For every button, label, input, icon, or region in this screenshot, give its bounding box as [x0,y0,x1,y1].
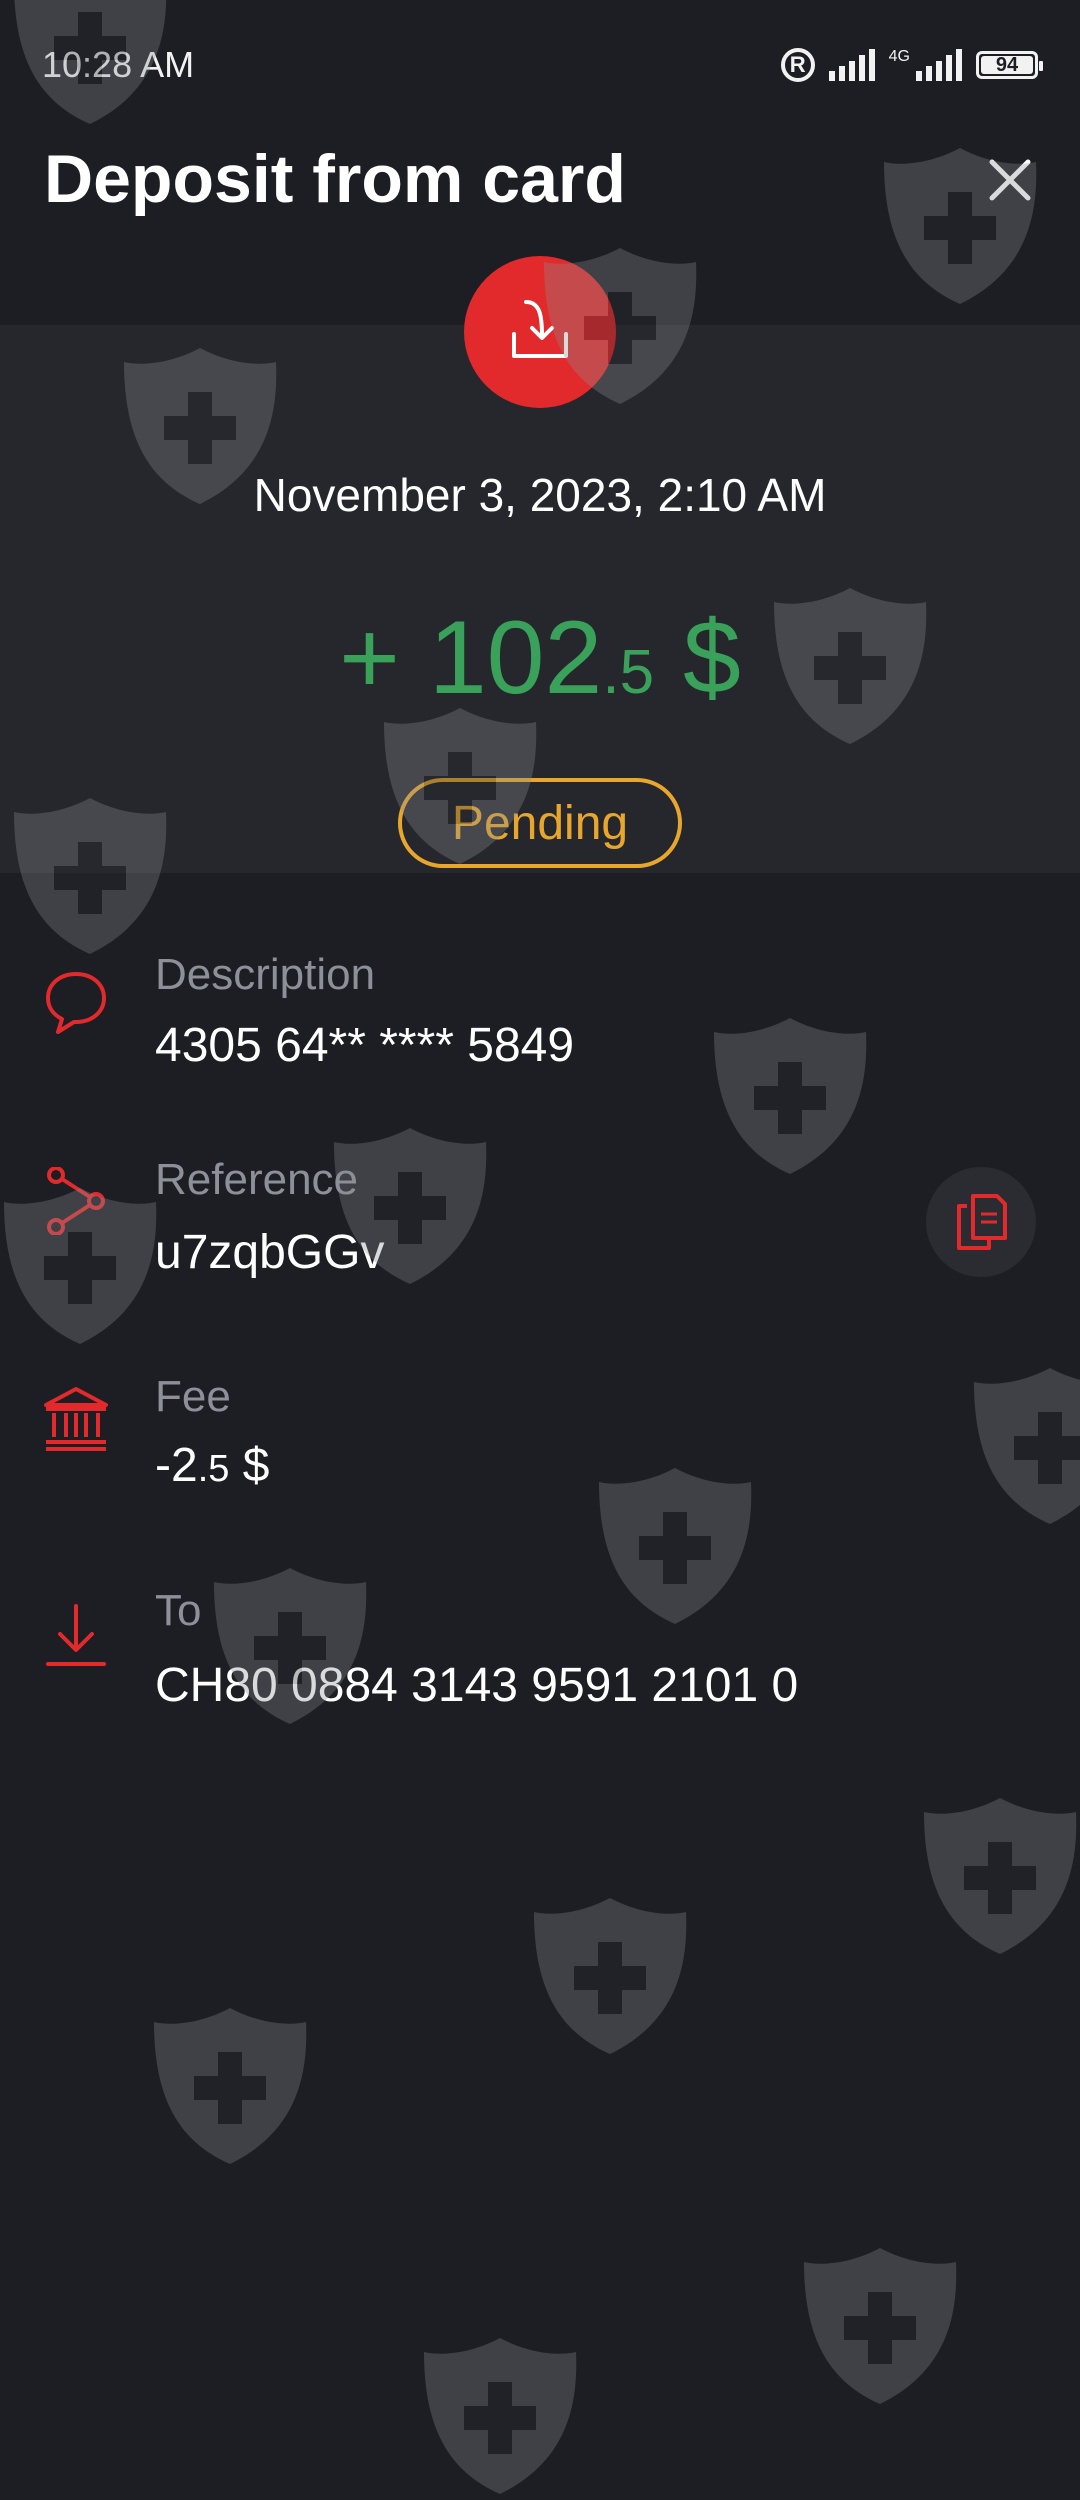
amount-decimals: .5 [602,638,655,707]
close-button[interactable] [980,150,1040,210]
bank-icon [44,1387,108,1451]
fee-currency: $ [242,1439,270,1492]
fee-label: Fee [155,1372,231,1421]
fee-decimals: .5 [197,1448,230,1490]
close-icon [989,159,1031,201]
network-type: 4G [888,48,910,65]
description-label: Description [155,950,376,999]
fee-integer: -2 [155,1439,198,1492]
transaction-date: November 3, 2023, 2:10 AM [253,469,827,521]
transaction-amount: + 102.5 $ [0,598,1080,733]
to-value: CH80 0884 3143 9591 2101 0 [155,1659,799,1712]
status-badge: Pending [398,778,682,868]
arrow-down-icon [46,1604,106,1666]
status-icons: R 4G 94 [780,48,1043,82]
reference-value: u7zqbGGv [155,1226,385,1279]
battery-icon: 94 [976,51,1043,79]
shield-watermark-icon [970,1360,1080,1530]
amount-sign: + [339,600,400,716]
shield-watermark-icon [420,2330,580,2500]
shield-watermark-icon [150,2000,310,2170]
shield-watermark-icon [920,1790,1080,1960]
share-nodes-icon [47,1167,105,1235]
to-label: To [155,1586,202,1635]
battery-level: 94 [995,53,1019,76]
signal-icon [828,49,875,81]
fee-value: -2.5 $ [155,1438,269,1493]
download-tray-icon [512,300,568,358]
description-value: 4305 64** **** 5849 [155,1019,575,1072]
copy-reference-button[interactable] [926,1167,1036,1277]
registered-icon: R [780,48,815,82]
copy-icon [957,1194,1007,1250]
shield-watermark-icon [530,1890,690,2060]
page-title: Deposit from card [44,141,626,217]
shield-watermark-icon [595,1460,755,1630]
chat-bubble-icon [46,972,106,1034]
status-bar: 10:28 AM R 4G 94 [0,0,1080,130]
reference-label: Reference [155,1155,359,1204]
signal-icon-secondary [916,49,962,81]
status-time: 10:28 AM [42,44,195,85]
shield-watermark-icon [710,1010,870,1180]
shield-watermark-icon [800,2240,960,2410]
amount-integer: 102 [428,600,603,716]
amount-currency: $ [682,600,741,716]
transaction-type-badge [464,256,616,408]
